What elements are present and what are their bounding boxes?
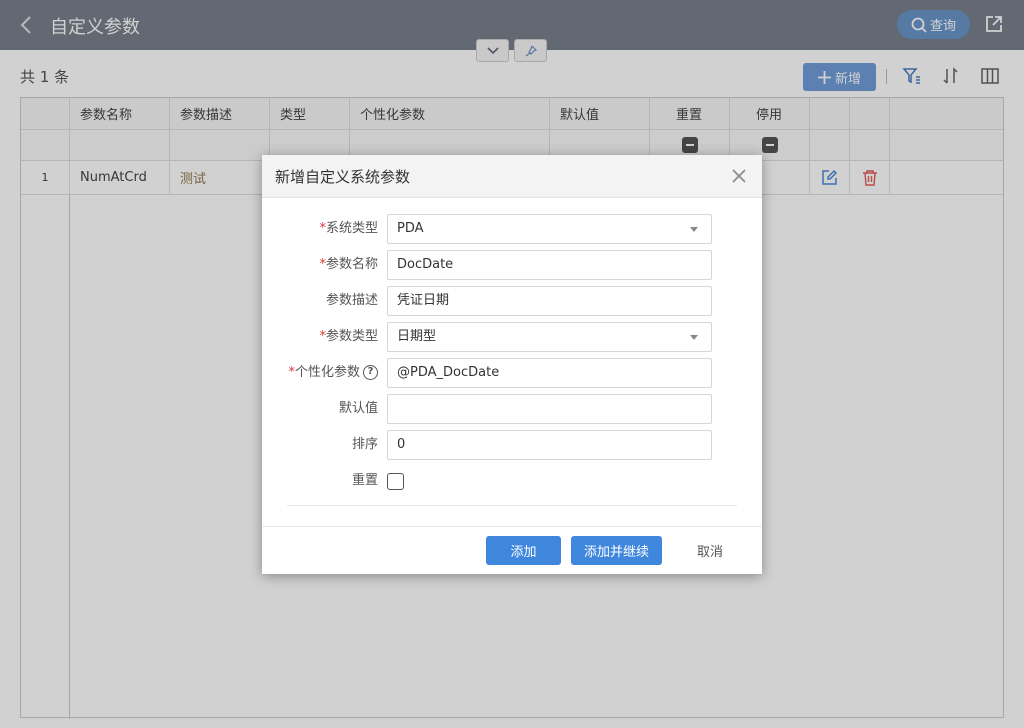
field-param-type: *参数类型 日期型 [262, 322, 762, 352]
field-system-type: *系统类型 PDA [262, 214, 762, 244]
select-value: PDA [397, 221, 424, 236]
field-label: 排序 [351, 437, 378, 452]
field-label: 重置 [351, 473, 378, 488]
cancel-button[interactable]: 取消 [685, 536, 735, 565]
add-confirm-button[interactable]: 添加 [486, 536, 561, 565]
field-label-text: 参数类型 [325, 329, 378, 344]
field-label-text: 系统类型 [325, 221, 378, 236]
param-name-input[interactable]: DocDate [387, 250, 712, 280]
field-sort: 排序 0 [262, 430, 762, 460]
field-reset: 重置 [262, 466, 762, 496]
field-default-value: 默认值 [262, 394, 762, 424]
add-param-dialog: 新增自定义系统参数 *系统类型 PDA *参数名称 DocDate 参数描述 凭… [262, 155, 762, 574]
field-label: 默认值 [338, 401, 378, 416]
field-label: *参数名称 [319, 250, 378, 280]
field-label: 参数描述 [325, 293, 378, 308]
field-label: *个性化参数? [288, 358, 378, 388]
close-icon[interactable] [730, 167, 748, 185]
select-value: 日期型 [397, 329, 437, 344]
sort-input[interactable]: 0 [387, 430, 712, 460]
default-value-input[interactable] [387, 394, 712, 424]
field-param-name: *参数名称 DocDate [262, 250, 762, 280]
custom-param-input[interactable]: @PDA_DocDate [387, 358, 712, 388]
field-label: *参数类型 [319, 322, 378, 352]
param-desc-input[interactable]: 凭证日期 [387, 286, 712, 316]
param-type-select[interactable]: 日期型 [387, 322, 712, 352]
add-and-continue-button[interactable]: 添加并继续 [571, 536, 662, 565]
field-label: *系统类型 [319, 214, 378, 244]
dialog-header: 新增自定义系统参数 [262, 155, 762, 198]
dialog-title: 新增自定义系统参数 [275, 168, 411, 186]
dialog-footer-divider [262, 526, 762, 527]
caret-down-icon [690, 335, 698, 340]
dialog-divider [287, 505, 737, 506]
field-label-text: 个性化参数 [294, 365, 360, 380]
system-type-select[interactable]: PDA [387, 214, 712, 244]
field-custom-param: *个性化参数? @PDA_DocDate [262, 358, 762, 388]
field-param-desc: 参数描述 凭证日期 [262, 286, 762, 316]
field-label-text: 参数名称 [325, 257, 378, 272]
reset-checkbox[interactable] [387, 473, 404, 490]
help-icon[interactable]: ? [363, 365, 378, 380]
caret-down-icon [690, 227, 698, 232]
